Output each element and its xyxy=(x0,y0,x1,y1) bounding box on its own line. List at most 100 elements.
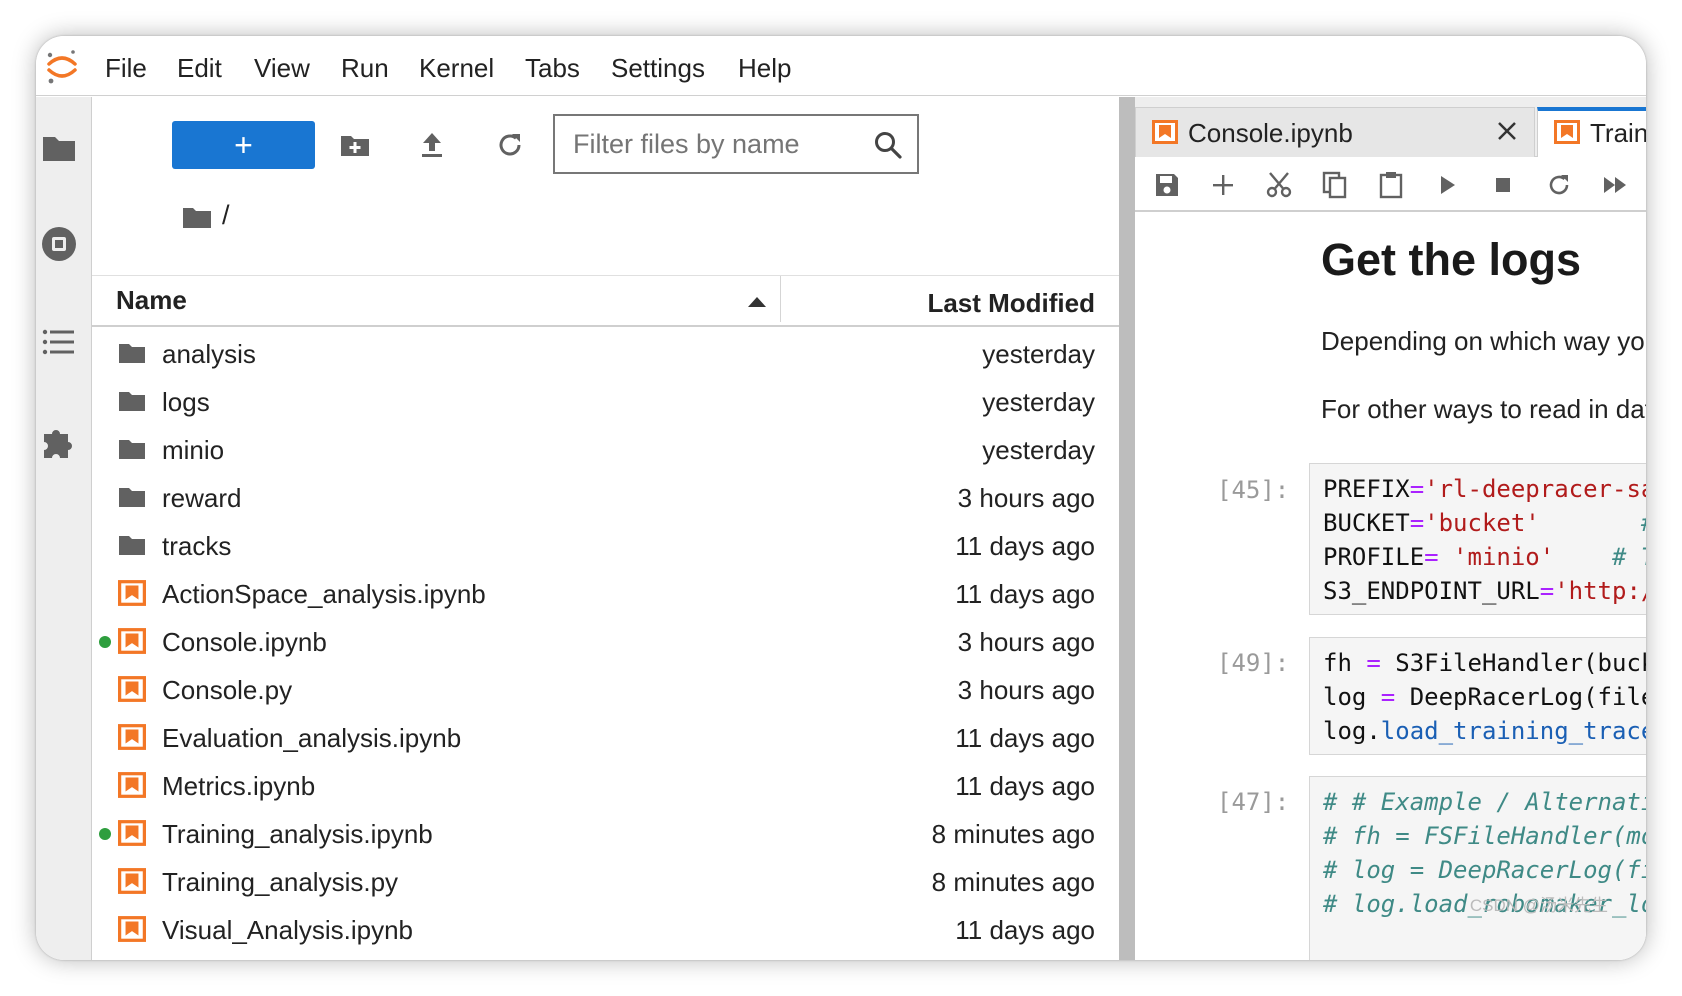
menu-file[interactable]: File xyxy=(105,53,147,84)
file-last-modified: 3 hours ago xyxy=(957,675,1095,705)
panel-splitter[interactable] xyxy=(1119,97,1135,960)
code-line: PROFILE= 'minio' # T xyxy=(1323,540,1646,574)
sort-ascending-icon xyxy=(748,297,766,307)
file-last-modified: yesterday xyxy=(982,339,1095,369)
code-line: log = DeepRacerLog(file xyxy=(1323,680,1646,714)
code-line: PREFIX='rl-deepracer-sa xyxy=(1323,472,1646,506)
file-last-modified: 11 days ago xyxy=(955,915,1095,945)
folder-icon xyxy=(119,344,145,363)
menu-run[interactable]: Run xyxy=(341,53,389,84)
notebook-icon xyxy=(1554,120,1580,144)
file-name: minio xyxy=(162,435,225,465)
code-line: BUCKET='bucket' # xyxy=(1323,506,1646,540)
file-row[interactable]: Console.py 3 hours ago xyxy=(92,665,1119,713)
file-last-modified: 8 minutes ago xyxy=(931,819,1095,849)
activity-bar xyxy=(36,97,92,960)
code-line: # fh = FSFileHandler(mo xyxy=(1323,819,1646,853)
column-divider[interactable] xyxy=(780,276,781,322)
file-row[interactable]: Visual_Analysis.ipynb 11 days ago xyxy=(92,905,1119,953)
notebook-icon xyxy=(118,868,146,894)
file-row[interactable]: minio yesterday xyxy=(92,425,1119,473)
paste-icon[interactable] xyxy=(1376,170,1406,200)
column-header-name[interactable]: Name xyxy=(116,285,187,316)
jupyter-logo-icon xyxy=(47,50,77,84)
menu-kernel[interactable]: Kernel xyxy=(419,53,494,84)
cut-icon[interactable] xyxy=(1264,170,1294,200)
table-of-contents-icon[interactable] xyxy=(40,324,78,362)
notebook-icon xyxy=(118,820,146,846)
file-row[interactable]: tracks 11 days ago xyxy=(92,521,1119,569)
file-row[interactable]: logs yesterday xyxy=(92,377,1119,425)
code-token: fh xyxy=(1323,649,1367,677)
file-last-modified: 8 minutes ago xyxy=(931,867,1095,897)
file-row[interactable]: Console.ipynb 3 hours ago xyxy=(92,617,1119,665)
code-token: 'rl-deepracer-sa xyxy=(1424,475,1646,503)
menu-settings[interactable]: Settings xyxy=(611,53,705,84)
folder-icon[interactable] xyxy=(40,129,78,167)
restart-run-all-icon[interactable] xyxy=(1600,170,1630,200)
code-token: = xyxy=(1409,475,1425,503)
menu-edit[interactable]: Edit xyxy=(177,53,222,84)
new-folder-icon[interactable] xyxy=(339,129,371,161)
code-token: # log = DeepRacerLog(fi xyxy=(1323,856,1646,884)
running-sessions-icon[interactable] xyxy=(40,225,78,263)
column-header-last-modified[interactable]: Last Modified xyxy=(927,288,1095,319)
file-name: Training_analysis.py xyxy=(162,867,399,897)
notebook-icon xyxy=(118,676,146,702)
file-name: Evaluation_analysis.ipynb xyxy=(162,723,462,753)
upload-icon[interactable] xyxy=(416,129,448,161)
tab-label: Console.ipynb xyxy=(1188,118,1353,148)
code-cell[interactable]: PREFIX='rl-deepracer-sa BUCKET='bucket' #… xyxy=(1309,463,1646,615)
file-last-modified: 3 hours ago xyxy=(957,483,1095,513)
notebook-icon xyxy=(118,580,146,606)
menu-tabs[interactable]: Tabs xyxy=(525,53,580,84)
code-cell[interactable]: fh = S3FileHandler(buck log = DeepRacerLo… xyxy=(1309,637,1646,755)
code-cell[interactable]: # # Example / Alternati # fh = FSFileHand… xyxy=(1309,776,1646,960)
insert-cell-icon[interactable] xyxy=(1208,170,1238,200)
file-name: tracks xyxy=(162,531,232,561)
screen: File Edit View Run Kernel Tabs Settings … xyxy=(0,0,1682,996)
code-token: 'http:/ xyxy=(1554,577,1646,605)
extension-puzzle-icon[interactable] xyxy=(40,422,78,460)
restart-kernel-icon[interactable] xyxy=(1544,170,1574,200)
file-row[interactable]: Training_analysis.ipynb 8 minutes ago xyxy=(92,809,1119,857)
menu-view[interactable]: View xyxy=(254,53,310,84)
file-row[interactable]: Metrics.ipynb 11 days ago xyxy=(92,761,1119,809)
running-indicator xyxy=(99,636,111,648)
run-cell-icon[interactable] xyxy=(1432,170,1462,200)
code-token: # T xyxy=(1554,543,1646,571)
markdown-heading: Get the logs xyxy=(1321,234,1582,285)
refresh-icon[interactable] xyxy=(494,129,526,161)
file-name: Console.py xyxy=(162,675,293,705)
file-name: Training_analysis.ipynb xyxy=(162,819,433,849)
interrupt-kernel-icon[interactable] xyxy=(1488,170,1518,200)
breadcrumb[interactable]: / xyxy=(222,200,230,231)
file-row[interactable]: analysis yesterday xyxy=(92,329,1119,377)
tab-console-ipynb[interactable]: Console.ipynb xyxy=(1135,107,1535,157)
file-list: analysis yesterday logs yesterday minio yeste… xyxy=(92,329,1119,953)
cell-prompt: [47]: xyxy=(1217,788,1290,816)
file-row[interactable]: reward 3 hours ago xyxy=(92,473,1119,521)
file-row[interactable]: Training_analysis.py 8 minutes ago xyxy=(92,857,1119,905)
notebook-toolbar xyxy=(1135,158,1646,212)
save-icon[interactable] xyxy=(1152,170,1182,200)
plus-icon: + xyxy=(234,127,253,163)
close-tab-icon[interactable] xyxy=(1492,116,1522,146)
menubar: File Edit View Run Kernel Tabs Settings … xyxy=(36,36,1646,96)
file-row[interactable]: Evaluation_analysis.ipynb 11 days ago xyxy=(92,713,1119,761)
code-token: = xyxy=(1409,509,1425,537)
code-line: # # Example / Alternati xyxy=(1323,785,1646,819)
code-token: S3_ENDPOINT_URL xyxy=(1323,577,1540,605)
file-row[interactable]: ActionSpace_analysis.ipynb 11 days ago xyxy=(92,569,1119,617)
breadcrumb-folder-icon[interactable] xyxy=(182,205,212,229)
menu-help[interactable]: Help xyxy=(738,53,791,84)
filter-files-input[interactable] xyxy=(573,126,863,162)
file-last-modified: yesterday xyxy=(982,387,1095,417)
notebook-icon xyxy=(118,916,146,942)
tab-training-analysis[interactable]: Traini xyxy=(1537,107,1646,157)
code-token: 'minio' xyxy=(1438,543,1555,571)
file-name: Metrics.ipynb xyxy=(162,771,316,801)
notebook-icon xyxy=(118,772,146,798)
copy-icon[interactable] xyxy=(1320,170,1350,200)
new-launcher-button[interactable]: + xyxy=(172,121,315,169)
